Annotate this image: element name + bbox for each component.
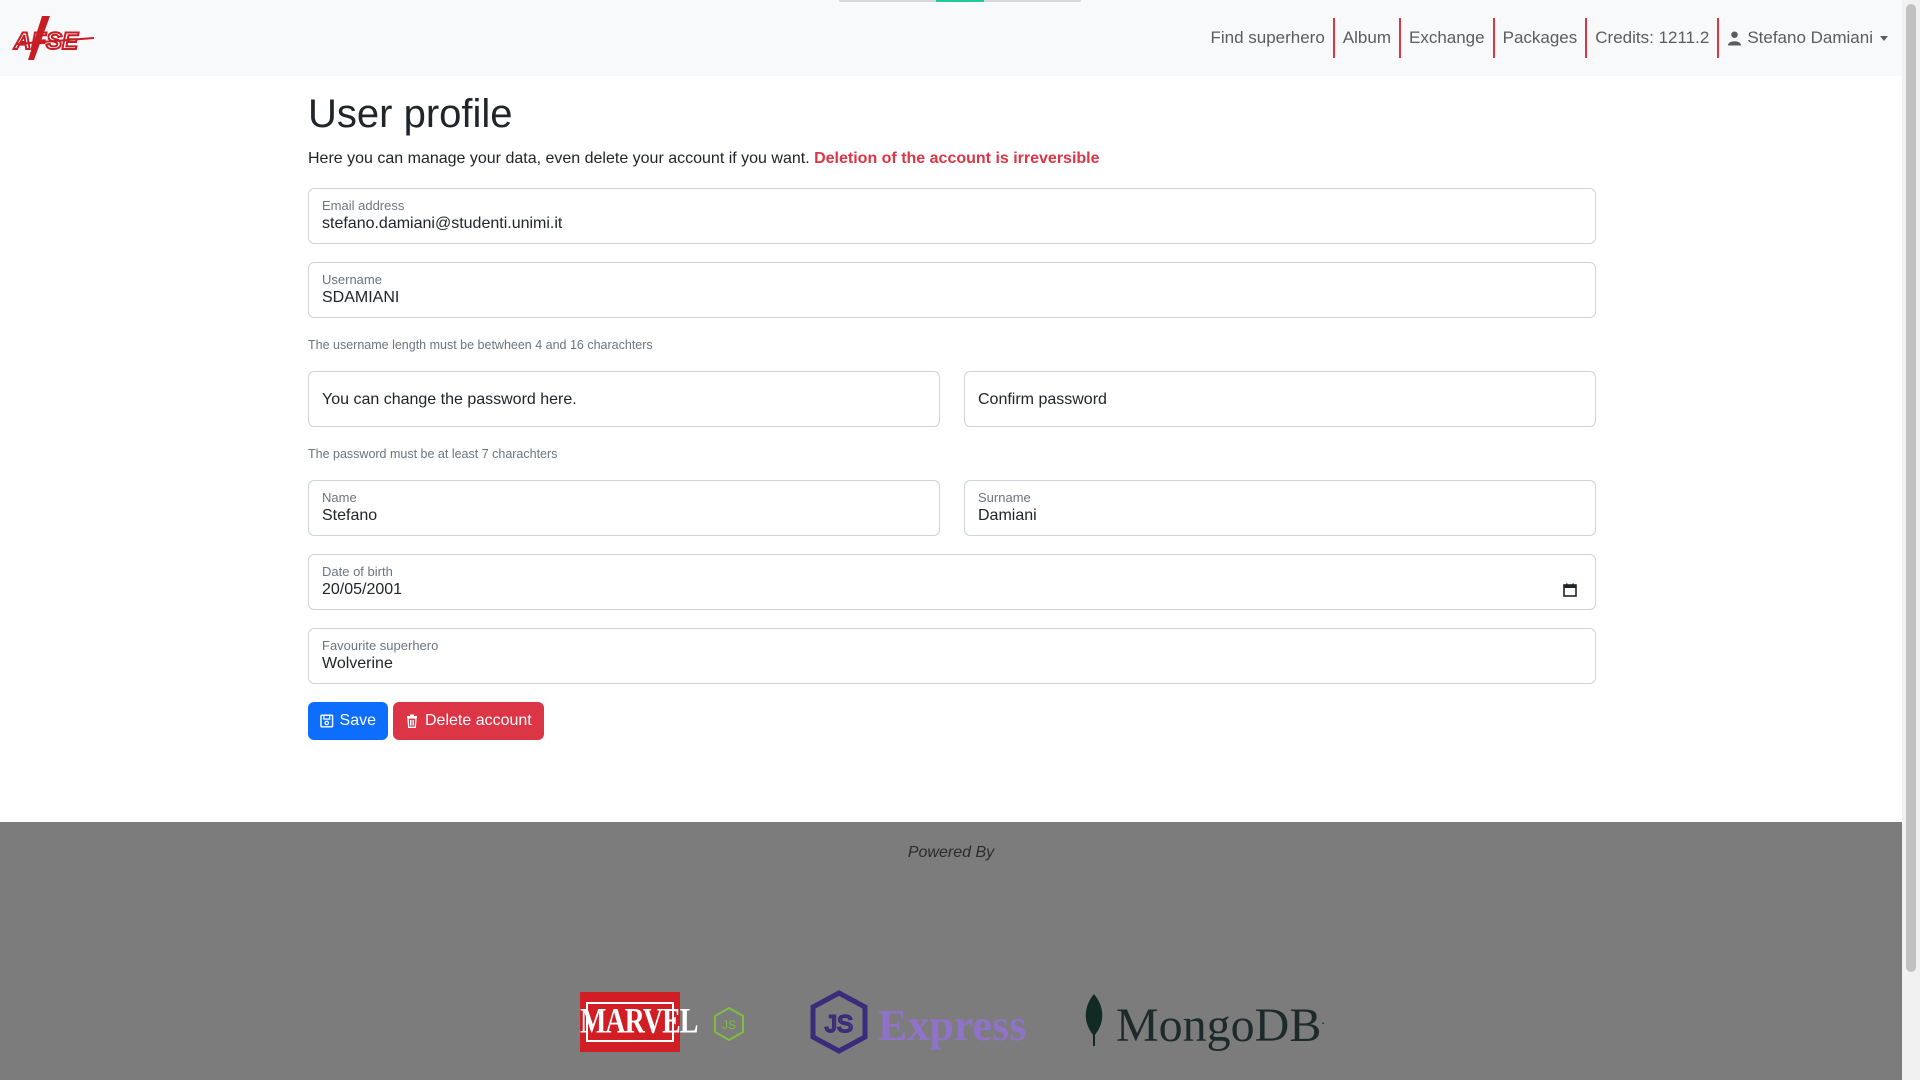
name-value: Stefano bbox=[322, 507, 378, 524]
name-field[interactable]: Name Stefano bbox=[308, 480, 940, 536]
email-field[interactable]: Email address stefano.damiani@studenti.u… bbox=[308, 188, 1596, 244]
nav-find-superhero[interactable]: Find superhero bbox=[1202, 18, 1335, 58]
loading-bar-fill bbox=[936, 0, 984, 2]
chevron-down-icon bbox=[1880, 35, 1888, 41]
mongodb-leaf-icon bbox=[1085, 994, 1103, 1046]
username-help: The username length must be betwheen 4 a… bbox=[308, 338, 653, 352]
mongodb-logo-text[interactable]: MongoDB. bbox=[1116, 998, 1325, 1053]
floppy-disk-icon bbox=[320, 714, 334, 728]
svg-text:JS: JS bbox=[722, 1018, 736, 1032]
username-value: SDAMIANI bbox=[322, 289, 400, 306]
trash-icon bbox=[407, 714, 417, 728]
date-of-birth-field[interactable]: Date of birth 20/05/2001 bbox=[308, 554, 1596, 610]
favourite-superhero-field[interactable]: Favourite superhero Wolverine bbox=[308, 628, 1596, 684]
footer: Powered By MARVEL JS JS Express MongoDB. bbox=[0, 822, 1902, 1080]
nav-exchange[interactable]: Exchange bbox=[1401, 18, 1495, 58]
nodejs-logo[interactable]: JS bbox=[712, 1006, 746, 1042]
email-label: Email address bbox=[322, 198, 405, 213]
nav-album[interactable]: Album bbox=[1335, 18, 1401, 58]
save-label: Save bbox=[339, 712, 376, 729]
confirm-password-placeholder: Confirm password bbox=[978, 391, 1107, 408]
marvel-logo-text: MARVEL bbox=[580, 1001, 698, 1042]
svg-text:JS: JS bbox=[825, 1011, 853, 1038]
credits-display: Credits: 1211.2 bbox=[1587, 18, 1720, 58]
surname-value: Damiani bbox=[978, 507, 1037, 524]
nav-packages[interactable]: Packages bbox=[1495, 18, 1588, 58]
surname-field[interactable]: Surname Damiani bbox=[964, 480, 1596, 536]
user-menu-dropdown[interactable]: Stefano Damiani bbox=[1719, 18, 1888, 58]
calendar-icon[interactable] bbox=[1563, 583, 1577, 597]
name-label: Name bbox=[322, 490, 357, 505]
mongodb-logo-name: MongoDB bbox=[1116, 999, 1322, 1052]
delete-account-button[interactable]: Delete account bbox=[393, 702, 544, 740]
page-title: User profile bbox=[308, 92, 513, 136]
username-field[interactable]: Username SDAMIANI bbox=[308, 262, 1596, 318]
delete-label: Delete account bbox=[425, 712, 532, 729]
save-button[interactable]: Save bbox=[308, 702, 388, 740]
dob-value: 20/05/2001 bbox=[322, 581, 403, 598]
navbar: AFSE Find superhero Album Exchange Packa… bbox=[0, 0, 1902, 76]
page-scrollbar[interactable] bbox=[1902, 0, 1920, 1080]
express-js-logo[interactable]: JS bbox=[808, 990, 870, 1054]
password-field[interactable]: You can change the password here. bbox=[308, 371, 940, 427]
favourite-value: Wolverine bbox=[322, 655, 393, 672]
user-name: Stefano Damiani bbox=[1747, 28, 1873, 47]
user-icon bbox=[1728, 31, 1742, 46]
confirm-password-field[interactable]: Confirm password bbox=[964, 371, 1596, 427]
page-subtitle: Here you can manage your data, even dele… bbox=[308, 150, 1100, 168]
password-help: The password must be at least 7 characht… bbox=[308, 447, 558, 461]
password-placeholder: You can change the password here. bbox=[322, 391, 577, 408]
email-value: stefano.damiani@studenti.unimi.it bbox=[322, 215, 563, 232]
mongodb-registered-mark: . bbox=[1321, 1013, 1325, 1028]
dob-label: Date of birth bbox=[322, 564, 393, 579]
scrollbar-thumb[interactable] bbox=[1906, 4, 1916, 972]
afse-logo[interactable]: AFSE bbox=[12, 14, 96, 62]
marvel-logo[interactable]: MARVEL bbox=[580, 992, 698, 1052]
powered-by-text: Powered By bbox=[907, 844, 995, 861]
username-label: Username bbox=[322, 272, 382, 287]
surname-label: Surname bbox=[978, 490, 1031, 505]
nav-menu: Find superhero Album Exchange Packages C… bbox=[1202, 17, 1888, 59]
favourite-label: Favourite superhero bbox=[322, 638, 439, 653]
subtitle-text: Here you can manage your data, even dele… bbox=[308, 150, 810, 167]
express-logo-text: Express bbox=[878, 1001, 1027, 1050]
delete-warning: Deletion of the account is irreversible bbox=[814, 150, 1100, 167]
